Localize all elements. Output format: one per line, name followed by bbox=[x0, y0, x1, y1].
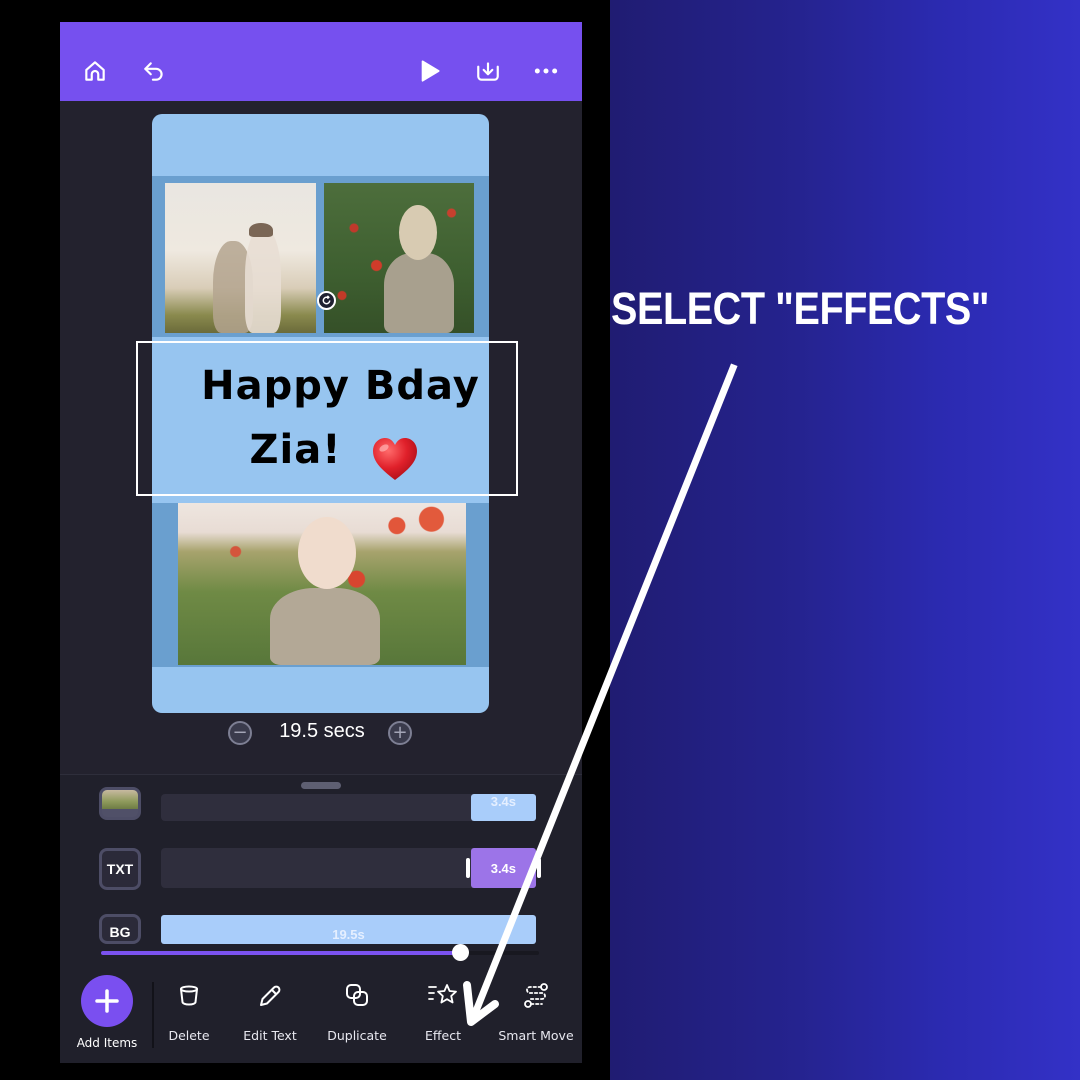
increase-duration-button[interactable]: + bbox=[388, 721, 412, 745]
rotate-icon bbox=[322, 295, 331, 305]
duplicate-icon bbox=[346, 984, 368, 1006]
rotate-handle[interactable] bbox=[317, 291, 336, 310]
timeline-panel: 3.4s TXT 3.4s BG 19.5s bbox=[60, 774, 582, 970]
trim-handle-left[interactable] bbox=[466, 858, 470, 878]
download-icon bbox=[477, 62, 499, 81]
photo-figure bbox=[399, 205, 437, 260]
top-bar bbox=[60, 22, 582, 101]
photo-figure bbox=[270, 588, 380, 665]
photo-figure bbox=[245, 228, 281, 333]
star-effect-icon bbox=[428, 984, 457, 1004]
track-chip-text[interactable]: TXT bbox=[99, 848, 141, 890]
delete-label: Delete bbox=[168, 1028, 210, 1043]
clip-image[interactable]: 3.4s bbox=[470, 794, 536, 821]
scrubber-knob[interactable] bbox=[452, 944, 470, 961]
undo-icon bbox=[144, 62, 163, 81]
delete-tool[interactable]: Delete bbox=[144, 982, 234, 1043]
effect-tool[interactable]: Effect bbox=[398, 982, 488, 1043]
smart-move-tool[interactable]: Smart Move bbox=[491, 982, 581, 1043]
canvas-area: Happy Bday Zia! − 19.5 secs + bbox=[60, 101, 582, 773]
effect-label: Effect bbox=[425, 1028, 461, 1043]
clip-background[interactable]: 19.5s bbox=[161, 915, 536, 944]
clip-duration-label: 3.4s bbox=[490, 794, 517, 809]
duplicate-label: Duplicate bbox=[327, 1028, 387, 1043]
photo-mother-baby[interactable] bbox=[165, 183, 316, 333]
duplicate-tool[interactable]: Duplicate bbox=[312, 982, 402, 1043]
instruction-panel bbox=[610, 0, 1080, 1080]
track-image[interactable]: 3.4s bbox=[161, 794, 536, 821]
decrease-duration-button[interactable]: − bbox=[228, 721, 252, 745]
smart-move-icon bbox=[524, 983, 548, 1008]
photo-figure bbox=[249, 223, 273, 237]
selected-text-element[interactable] bbox=[136, 341, 518, 496]
photo-toddler-poppy[interactable] bbox=[178, 503, 466, 665]
undo-button[interactable] bbox=[140, 57, 168, 85]
photo-figure bbox=[384, 253, 454, 333]
clip-duration-label: 3.4s bbox=[490, 860, 517, 876]
more-options-button[interactable] bbox=[532, 57, 560, 85]
pencil-icon bbox=[260, 985, 281, 1006]
instruction-title: SELECT "EFFECTS" bbox=[611, 283, 990, 334]
plus-icon bbox=[95, 989, 119, 1013]
more-icon bbox=[534, 68, 558, 74]
add-items-button[interactable] bbox=[81, 975, 133, 1027]
scrubber-progress bbox=[101, 951, 461, 955]
play-icon bbox=[421, 60, 440, 82]
home-button[interactable] bbox=[81, 57, 109, 85]
clip-duration-label: 19.5s bbox=[332, 927, 365, 942]
trash-icon bbox=[180, 985, 198, 1006]
duration-label: 19.5 secs bbox=[279, 720, 365, 742]
track-background[interactable]: 19.5s bbox=[161, 915, 536, 944]
photo-figure bbox=[298, 517, 356, 589]
add-items-label: Add Items bbox=[76, 1036, 138, 1050]
home-icon bbox=[85, 61, 105, 81]
smart-move-label: Smart Move bbox=[498, 1028, 574, 1043]
edit-text-label: Edit Text bbox=[243, 1028, 297, 1043]
photo-girl-poppies[interactable] bbox=[324, 183, 474, 333]
edit-text-tool[interactable]: Edit Text bbox=[225, 982, 315, 1043]
track-text[interactable]: 3.4s bbox=[161, 848, 541, 888]
track-chip-image[interactable] bbox=[99, 787, 141, 820]
play-button[interactable] bbox=[415, 57, 443, 85]
duration-control: − 19.5 secs + bbox=[60, 718, 582, 748]
clip-text-selected[interactable]: 3.4s bbox=[470, 848, 536, 888]
phone-screen: Happy Bday Zia! − 19.5 secs + 3.4s TXT 3… bbox=[60, 22, 582, 1063]
bottom-toolbar: Add Items Delete Edit Text Duplicate Eff… bbox=[60, 970, 582, 1063]
image-thumbnail bbox=[102, 790, 138, 809]
trim-handle-right[interactable] bbox=[537, 858, 541, 878]
track-chip-background[interactable]: BG bbox=[99, 914, 141, 944]
playhead-scrubber[interactable] bbox=[101, 944, 539, 961]
download-button[interactable] bbox=[474, 57, 502, 85]
panel-drag-handle[interactable] bbox=[301, 782, 341, 789]
